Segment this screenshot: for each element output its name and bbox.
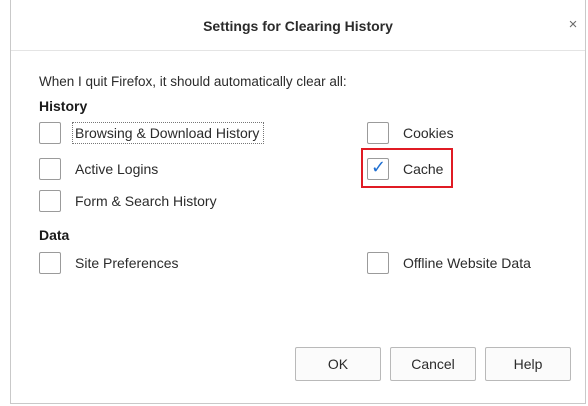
ok-button[interactable]: OK: [295, 347, 381, 381]
option-browsing-download-history[interactable]: Browsing & Download History: [39, 122, 265, 144]
data-section-heading: Data: [39, 227, 70, 243]
offline-website-data-label: Offline Website Data: [403, 255, 531, 271]
dialog-title: Settings for Clearing History: [203, 18, 393, 34]
form-search-history-checkbox[interactable]: [39, 190, 61, 212]
offline-website-data-checkbox[interactable]: [367, 252, 389, 274]
browsing-download-history-label: Browsing & Download History: [72, 122, 265, 144]
clear-history-settings-dialog: Settings for Clearing History × When I q…: [10, 0, 586, 404]
cancel-button[interactable]: Cancel: [390, 347, 476, 381]
form-search-history-label: Form & Search History: [75, 193, 217, 209]
close-icon[interactable]: ×: [565, 16, 581, 33]
option-offline-website-data[interactable]: Offline Website Data: [367, 252, 531, 274]
option-form-search-history[interactable]: Form & Search History: [39, 190, 217, 212]
option-site-preferences[interactable]: Site Preferences: [39, 252, 179, 274]
dialog-titlebar: Settings for Clearing History ×: [11, 0, 585, 51]
option-active-logins[interactable]: Active Logins: [39, 158, 158, 180]
site-preferences-checkbox[interactable]: [39, 252, 61, 274]
cookies-checkbox[interactable]: [367, 122, 389, 144]
intro-text: When I quit Firefox, it should automatic…: [39, 74, 347, 89]
cookies-label: Cookies: [403, 125, 454, 141]
active-logins-checkbox[interactable]: [39, 158, 61, 180]
history-section-heading: History: [39, 98, 88, 114]
help-button[interactable]: Help: [485, 347, 571, 381]
site-preferences-label: Site Preferences: [75, 255, 179, 271]
option-cookies[interactable]: Cookies: [367, 122, 454, 144]
cache-highlight-box: [361, 148, 453, 188]
active-logins-label: Active Logins: [75, 161, 159, 177]
browsing-download-history-checkbox[interactable]: [39, 122, 61, 144]
